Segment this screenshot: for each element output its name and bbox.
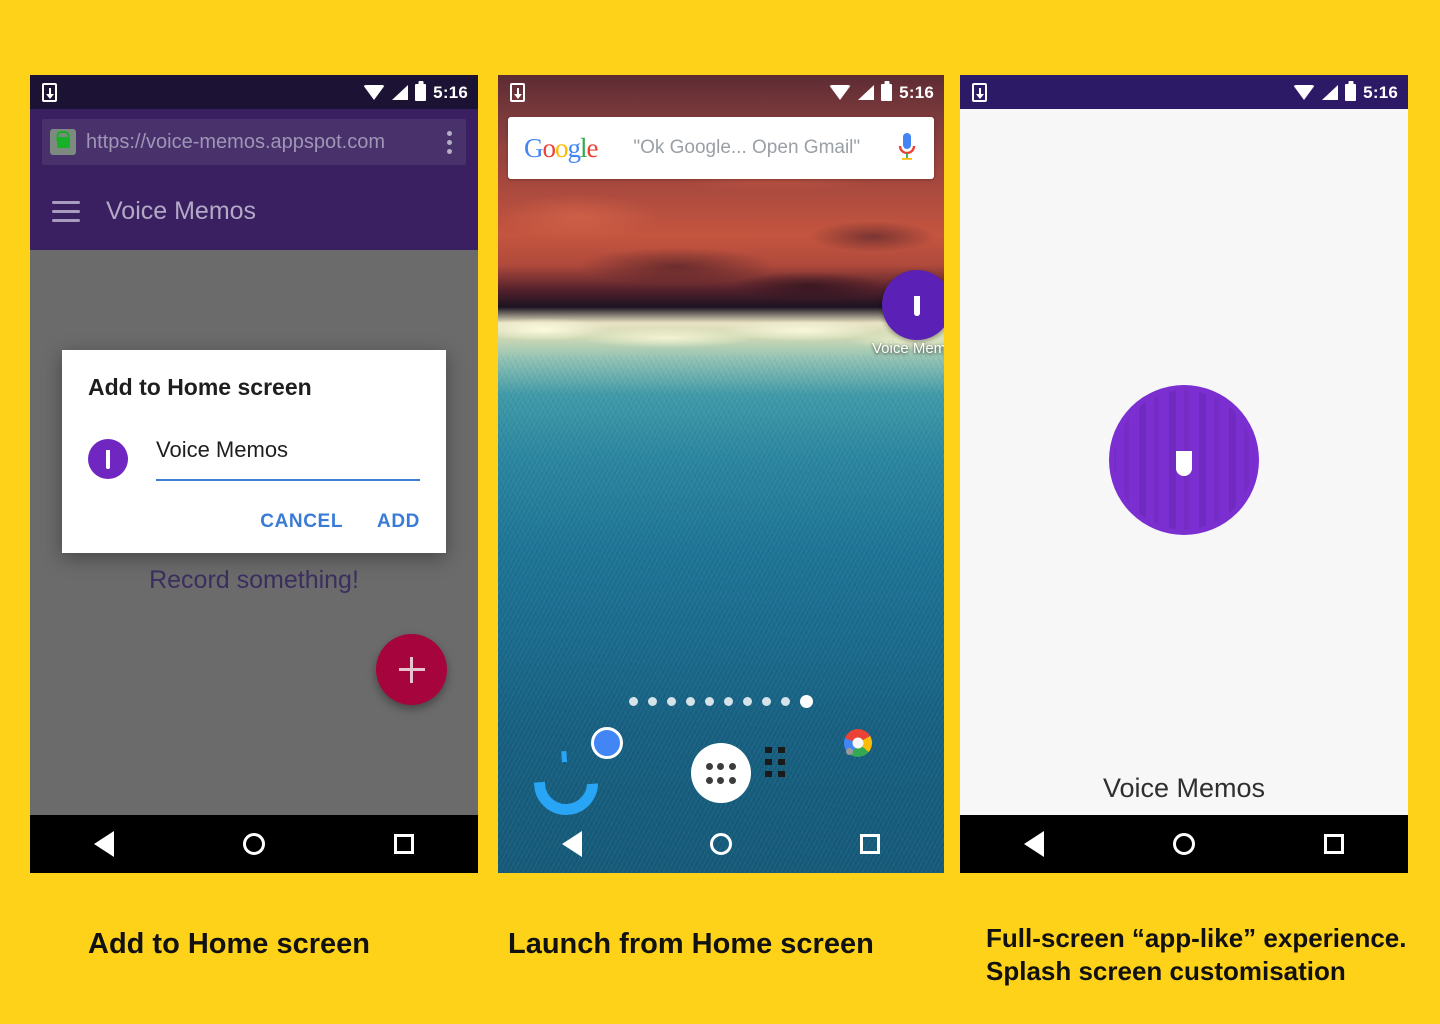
phone-3-splash-screen: 5:16 Voice Memos [960, 75, 1408, 873]
page-dot [629, 697, 638, 706]
status-bar: 5:16 [30, 75, 478, 109]
voice-memos-app-icon [882, 270, 944, 340]
status-bar-clock: 5:16 [433, 82, 468, 102]
play-movies-icon[interactable] [775, 743, 835, 803]
plus-icon [398, 656, 425, 683]
battery-icon [881, 83, 893, 101]
page-dot [800, 695, 813, 708]
signal-icon [392, 84, 409, 100]
home-screen-dock [498, 729, 944, 816]
camera-icon[interactable] [844, 729, 918, 803]
page-indicator [498, 695, 944, 708]
wifi-icon [363, 84, 386, 100]
download-icon [42, 82, 57, 102]
system-navigation-bar [30, 815, 478, 873]
status-bar-left [972, 82, 987, 102]
status-bar-clock: 5:16 [899, 82, 934, 102]
recents-square-icon[interactable] [860, 834, 880, 854]
page-dot [705, 697, 714, 706]
dialog-body [88, 437, 420, 481]
status-bar-left [510, 82, 525, 102]
status-bar-right: 5:16 [363, 82, 468, 102]
home-circle-icon[interactable] [1172, 833, 1195, 855]
status-bar: 5:16 [498, 75, 944, 109]
home-circle-icon[interactable] [710, 833, 732, 855]
browser-omnibox[interactable]: https://voice-memos.appspot.com [42, 119, 466, 165]
caption-panel-2: Launch from Home screen [508, 928, 874, 960]
app-bar-title: Voice Memos [106, 197, 257, 225]
phone-2-home-screen: 5:16 Google "Ok Google... Open Gmail" Vo… [498, 75, 944, 873]
overflow-menu-icon[interactable] [438, 130, 460, 154]
page-dot [743, 697, 752, 706]
wifi-icon [829, 84, 852, 100]
empty-state-text: Record something! [149, 566, 359, 594]
page-dot [781, 697, 790, 706]
splash-app-label: Voice Memos [1102, 773, 1266, 803]
add-to-home-screen-dialog: Add to Home screen C [62, 350, 446, 553]
home-screen-shortcut-label: Voice Memos [871, 340, 944, 357]
microphone-icon [1176, 451, 1192, 476]
phone-2-screen: 5:16 Google "Ok Google... Open Gmail" Vo… [498, 75, 944, 873]
signal-icon [858, 84, 875, 100]
status-bar-left [42, 82, 57, 102]
page-dot [667, 697, 676, 706]
status-bar: 5:16 [960, 75, 1408, 109]
page-dot [686, 697, 695, 706]
status-bar-right: 5:16 [1293, 82, 1398, 102]
record-fab-button[interactable] [376, 634, 447, 705]
back-triangle-icon[interactable] [562, 831, 582, 857]
add-button[interactable]: ADD [377, 511, 420, 533]
battery-icon [1345, 83, 1357, 101]
page-dot [724, 697, 733, 706]
download-icon [510, 82, 525, 102]
dialog-title: Add to Home screen [88, 374, 312, 400]
system-navigation-bar [960, 815, 1408, 873]
page-dot [762, 697, 771, 706]
recents-square-icon[interactable] [393, 834, 414, 854]
phone-1-add-to-home-screen: 5:16 https://voice-memos.appspot.com Voi… [30, 75, 478, 873]
phone-icon[interactable] [524, 743, 584, 803]
home-screen-shortcut-voice-memos[interactable]: Voice Memos [857, 270, 944, 358]
page-dot [648, 697, 657, 706]
app-drawer-icon[interactable] [690, 743, 751, 803]
battery-icon [415, 83, 427, 101]
poster-stage: 5:16 https://voice-memos.appspot.com Voi… [0, 0, 1440, 1024]
shortcut-name-field [156, 437, 420, 481]
caption-panel-3: Full-screen “app-like” experience. Splas… [986, 923, 1407, 986]
dialog-actions: CANCEL ADD [88, 511, 420, 539]
omnibox-url-text: https://voice-memos.appspot.com [86, 130, 386, 153]
shortcut-name-input[interactable] [156, 437, 420, 481]
home-circle-icon[interactable] [242, 833, 265, 855]
microphone-icon [106, 450, 110, 469]
google-logo: Google [524, 132, 598, 163]
voice-memos-app-icon [1109, 385, 1259, 535]
google-mic-icon[interactable] [896, 131, 918, 165]
phone-1-screen: 5:16 https://voice-memos.appspot.com Voi… [30, 75, 478, 873]
phone-3-screen: 5:16 Voice Memos [960, 75, 1408, 873]
app-bar: Voice Memos [30, 173, 478, 250]
download-icon [972, 82, 987, 102]
status-bar-clock: 5:16 [1363, 82, 1398, 102]
back-triangle-icon[interactable] [1024, 831, 1045, 857]
signal-icon [1322, 84, 1339, 100]
google-search-widget[interactable]: Google "Ok Google... Open Gmail" [508, 117, 934, 179]
search-hint-text: "Ok Google... Open Gmail" [633, 137, 861, 158]
system-navigation-bar [498, 815, 944, 873]
voice-memos-app-icon [88, 439, 128, 479]
lock-icon [50, 129, 76, 155]
cancel-button[interactable]: CANCEL [260, 511, 343, 533]
hamburger-icon[interactable] [52, 201, 80, 222]
caption-panel-1: Add to Home screen [88, 928, 370, 960]
chrome-icon[interactable] [607, 743, 667, 803]
microphone-icon [914, 296, 920, 316]
wifi-icon [1293, 84, 1316, 100]
recents-square-icon[interactable] [1323, 834, 1344, 854]
back-triangle-icon[interactable] [94, 831, 115, 857]
status-bar-right: 5:16 [829, 82, 934, 102]
